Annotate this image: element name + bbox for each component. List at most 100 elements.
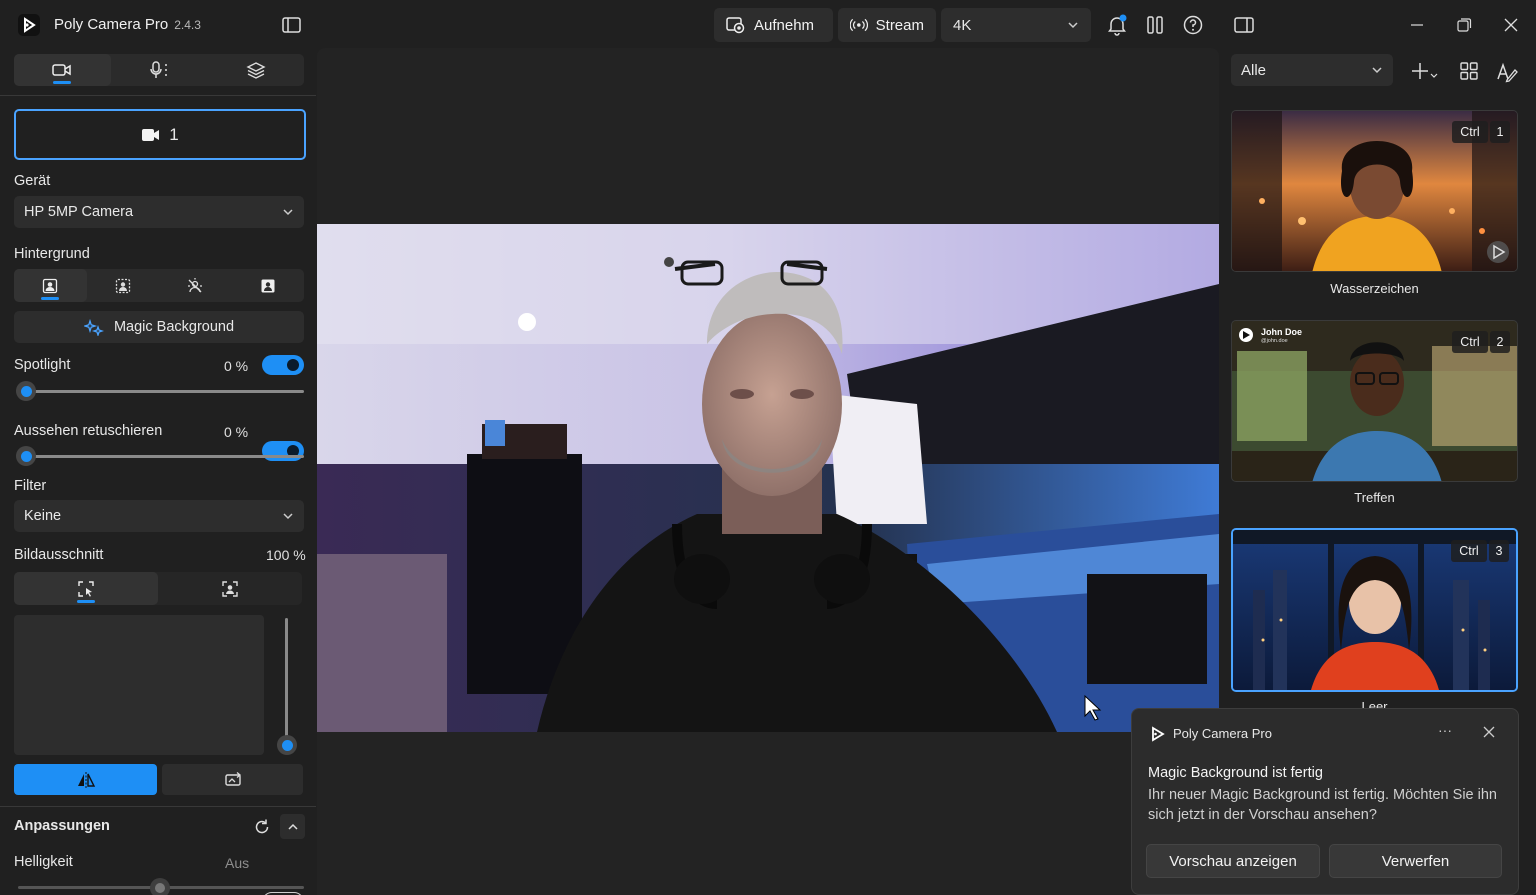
scene-name: Wasserzeichen bbox=[1330, 281, 1419, 296]
layers-icon bbox=[246, 62, 266, 79]
crop-label: Bildausschnitt bbox=[14, 547, 104, 563]
divider bbox=[0, 95, 316, 96]
record-button[interactable]: Aufnehm bbox=[714, 8, 833, 42]
chevron-down-icon bbox=[283, 513, 293, 520]
magic-background-button[interactable]: Magic Background bbox=[14, 311, 304, 343]
divider bbox=[0, 806, 316, 807]
spotlight-value: 0 % bbox=[224, 358, 249, 374]
notification-bell-icon[interactable] bbox=[1106, 14, 1128, 36]
tab-crop-auto[interactable] bbox=[158, 572, 302, 605]
remove-background-icon bbox=[188, 277, 203, 292]
scene-name: Treffen bbox=[1354, 490, 1395, 505]
resolution-select[interactable]: 4K bbox=[941, 8, 1091, 42]
tab-audio[interactable] bbox=[111, 54, 208, 86]
add-scene-button[interactable] bbox=[1410, 60, 1438, 82]
tab-crop-manual[interactable] bbox=[14, 572, 158, 605]
stream-label: Stream bbox=[875, 16, 924, 34]
crop-preview-area[interactable] bbox=[14, 615, 264, 755]
tab-layers[interactable] bbox=[207, 54, 304, 86]
chevron-up-icon bbox=[287, 823, 298, 830]
more-options-icon[interactable]: ··· bbox=[1438, 722, 1452, 738]
spotlight-slider-track[interactable] bbox=[18, 390, 304, 393]
camera-number: 1 bbox=[169, 124, 179, 144]
device-value: HP 5MP Camera bbox=[24, 204, 134, 220]
magic-background-label: Magic Background bbox=[113, 319, 235, 335]
stream-button[interactable]: Stream bbox=[838, 8, 936, 42]
spotlight-slider-thumb[interactable] bbox=[16, 381, 36, 401]
shortcut-key: 3 bbox=[1489, 540, 1509, 562]
poly-logo-icon bbox=[1150, 726, 1166, 742]
tab-bg-image[interactable] bbox=[232, 269, 305, 302]
tab-video[interactable] bbox=[14, 54, 111, 86]
discard-button[interactable]: Verwerfen bbox=[1329, 844, 1502, 878]
device-label: Gerät bbox=[14, 173, 51, 189]
retouch-toggle[interactable] bbox=[262, 441, 304, 461]
blur-background-icon bbox=[115, 278, 130, 293]
tab-bg-blur[interactable] bbox=[87, 269, 160, 302]
mirror-icon bbox=[77, 771, 95, 788]
split-view-icon[interactable] bbox=[1144, 14, 1166, 36]
toast-title: Magic Background ist fertig bbox=[1148, 765, 1323, 781]
shortcut-ctrl: Ctrl bbox=[1452, 121, 1488, 143]
record-icon bbox=[726, 17, 745, 34]
background-mode-tabs bbox=[14, 269, 304, 302]
spotlight-toggle[interactable] bbox=[262, 355, 304, 375]
face-frame-icon bbox=[222, 580, 238, 597]
chevron-down-icon bbox=[1068, 22, 1078, 29]
scene-card-1[interactable]: Ctrl 1 bbox=[1231, 110, 1518, 272]
text-edit-icon[interactable] bbox=[1496, 61, 1518, 83]
camera-video-feed bbox=[317, 224, 1219, 732]
toast-app-name: Poly Camera Pro bbox=[1173, 726, 1272, 741]
scene-filter-select[interactable]: Alle bbox=[1231, 54, 1393, 86]
reset-icon[interactable] bbox=[253, 818, 271, 836]
left-tabbar bbox=[14, 54, 304, 86]
retouch-slider-thumb[interactable] bbox=[16, 446, 36, 466]
preview-button[interactable]: Vorschau anzeigen bbox=[1146, 844, 1320, 878]
sidebar-toggle-icon[interactable] bbox=[282, 16, 302, 34]
close-icon[interactable] bbox=[1482, 725, 1496, 739]
panel-toggle-icon[interactable] bbox=[1233, 14, 1255, 36]
retouch-value: 0 % bbox=[224, 424, 249, 440]
brightness-slider-thumb[interactable] bbox=[150, 878, 170, 895]
sparkle-icon bbox=[83, 318, 104, 336]
zoom-slider-track[interactable] bbox=[285, 618, 288, 742]
shortcut-key: 2 bbox=[1490, 331, 1510, 353]
collapse-button[interactable] bbox=[280, 814, 305, 839]
spotlight-label: Spotlight bbox=[14, 357, 71, 373]
adjustments-label: Anpassungen bbox=[14, 818, 110, 834]
scene-card-2[interactable]: John Doe @john.doe Ctrl 2 bbox=[1231, 320, 1518, 482]
person-portrait-icon bbox=[43, 278, 58, 293]
chevron-down-icon bbox=[1372, 67, 1382, 74]
video-camera-icon bbox=[142, 128, 160, 141]
retouch-slider-track[interactable] bbox=[18, 455, 304, 458]
crop-value: 100 % bbox=[266, 547, 306, 563]
restore-icon[interactable] bbox=[1453, 14, 1475, 36]
grid-view-icon[interactable] bbox=[1459, 61, 1479, 81]
zoom-slider-thumb[interactable] bbox=[277, 735, 297, 755]
tab-bg-remove[interactable] bbox=[159, 269, 232, 302]
scene-card-3[interactable]: Ctrl 3 bbox=[1231, 528, 1518, 692]
filter-select[interactable]: Keine bbox=[14, 500, 304, 532]
shortcut-ctrl: Ctrl bbox=[1452, 331, 1488, 353]
camera-selector[interactable]: 1 bbox=[14, 109, 306, 160]
device-select[interactable]: HP 5MP Camera bbox=[14, 196, 304, 228]
mirror-button[interactable] bbox=[14, 764, 157, 795]
notification-toast: Poly Camera Pro ··· Magic Background ist… bbox=[1131, 708, 1519, 895]
close-icon[interactable] bbox=[1500, 14, 1522, 36]
filter-value: Keine bbox=[24, 508, 62, 524]
help-icon[interactable] bbox=[1182, 14, 1204, 36]
broadcast-icon bbox=[850, 18, 868, 32]
app-version: 2.4.3 bbox=[174, 17, 201, 32]
resolution-value: 4K bbox=[953, 16, 972, 34]
overlay-name: John Doe bbox=[1261, 327, 1303, 337]
shortcut-ctrl: Ctrl bbox=[1451, 540, 1487, 562]
crop-mode-tabs bbox=[14, 572, 302, 605]
tab-bg-none[interactable] bbox=[14, 269, 87, 302]
background-label: Hintergrund bbox=[14, 246, 90, 262]
minimize-icon[interactable] bbox=[1406, 14, 1428, 36]
record-label: Aufnehm bbox=[754, 16, 815, 34]
filter-label: Filter bbox=[14, 478, 47, 494]
toast-body: Ihr neuer Magic Background ist fertig. M… bbox=[1148, 787, 1497, 823]
app-title: Poly Camera Pro 2.4.3 bbox=[54, 16, 201, 33]
rotate-button[interactable] bbox=[162, 764, 303, 795]
